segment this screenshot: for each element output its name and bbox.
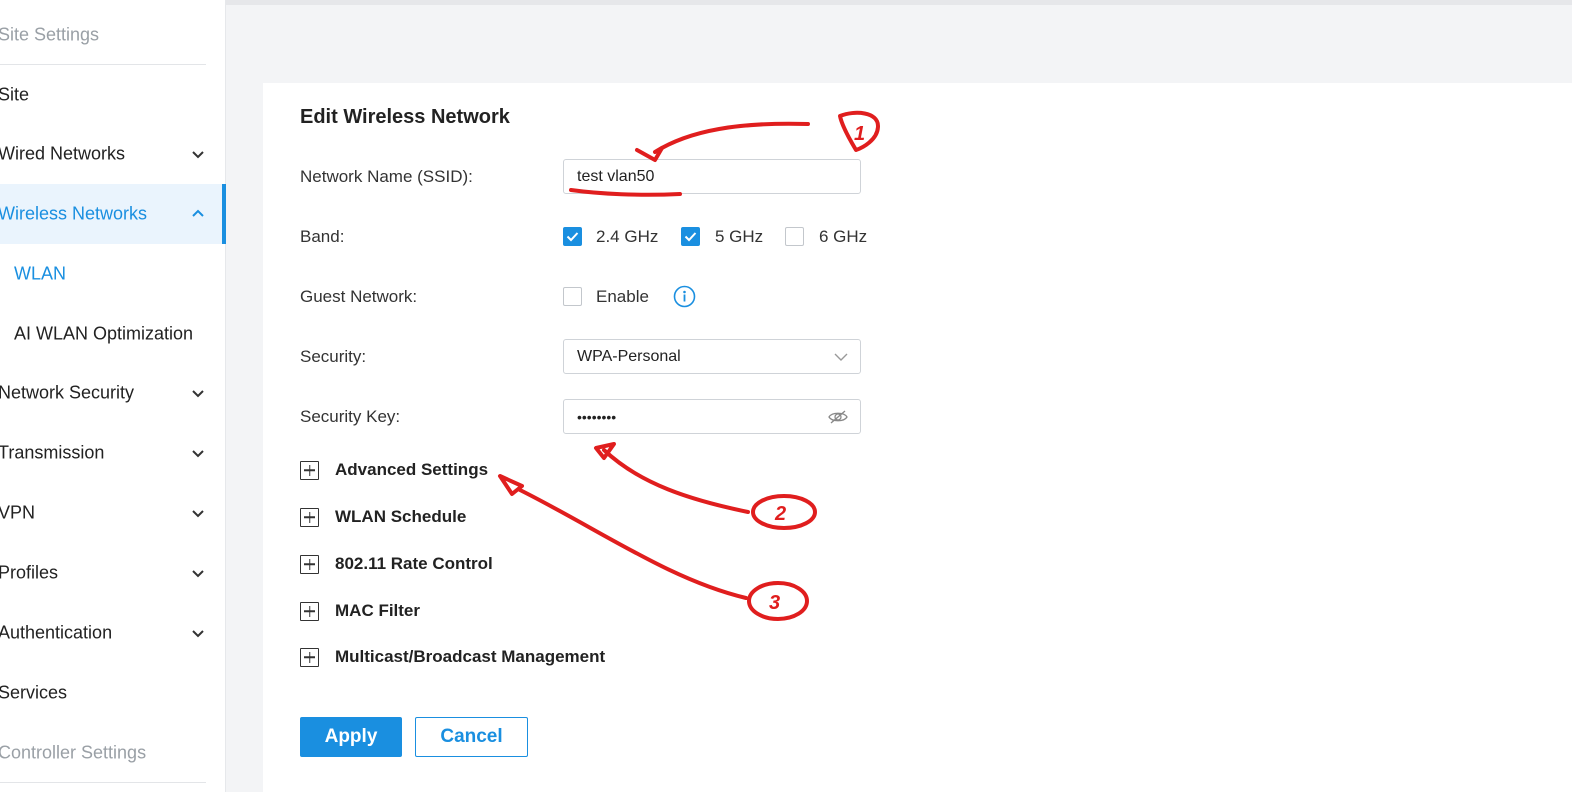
band-2-4ghz-label: 2.4 GHz <box>596 227 659 246</box>
sidebar-item-profiles[interactable]: Profiles <box>0 543 226 603</box>
chevron-down-icon <box>192 570 204 578</box>
check-icon <box>566 232 579 242</box>
chevron-down-icon <box>192 390 204 398</box>
security-select[interactable]: WPA-Personal <box>563 339 861 374</box>
sidebar-section-label: Site Settings <box>0 24 100 45</box>
sidebar-item-label: Site <box>0 84 30 105</box>
edit-panel <box>263 83 1572 792</box>
top-shadow-bar <box>226 0 1572 5</box>
check-icon <box>684 232 697 242</box>
band-6ghz-checkbox[interactable] <box>785 227 804 246</box>
sidebar-item-label: AI WLAN Optimization <box>14 323 194 344</box>
sidebar-item-label: Network Security <box>0 382 135 403</box>
section-advanced-settings[interactable]: Advanced Settings <box>300 459 488 481</box>
expand-plus-icon <box>300 554 319 574</box>
band-2-4ghz-checkbox[interactable] <box>563 227 582 246</box>
section-label: Advanced Settings <box>335 460 489 479</box>
section-label: Multicast/Broadcast Management <box>335 647 606 666</box>
guest-enable-label: Enable <box>596 287 649 306</box>
guest-enable-checkbox[interactable] <box>563 287 582 306</box>
sidebar-item-wireless-networks[interactable]: Wireless Networks <box>0 184 226 244</box>
sidebar-item-network-security[interactable]: Network Security <box>0 363 226 423</box>
sidebar-item-wired-networks[interactable]: Wired Networks <box>0 124 226 184</box>
sidebar-item-ai-wlan-optimization[interactable]: AI WLAN Optimization <box>0 304 226 364</box>
sidebar-item-label: WLAN <box>14 263 67 284</box>
sidebar-item-label: VPN <box>0 502 36 523</box>
chevron-down-icon <box>834 353 848 361</box>
sidebar-item-label: Profiles <box>0 562 59 583</box>
band-6ghz-label: 6 GHz <box>819 227 868 246</box>
expand-plus-icon <box>300 601 319 621</box>
band-label: Band: <box>300 227 345 246</box>
section-mac-filter[interactable]: MAC Filter <box>300 600 420 622</box>
chevron-down-icon <box>192 510 204 518</box>
expand-plus-icon <box>300 507 319 527</box>
sidebar-section-site-settings: Site Settings <box>0 5 226 65</box>
sidebar-section-controller-settings: Controller Settings <box>0 723 226 783</box>
section-label: MAC Filter <box>335 601 420 620</box>
sidebar-item-label: Authentication <box>0 622 113 643</box>
expand-plus-icon <box>300 460 319 480</box>
chevron-down-icon <box>192 151 204 159</box>
security-key-label: Security Key: <box>300 407 401 426</box>
security-key-value: •••••••• <box>577 408 617 425</box>
sidebar-item-authentication[interactable]: Authentication <box>0 603 226 663</box>
page-title: Edit Wireless Network <box>300 106 510 128</box>
section-rate-control[interactable]: 802.11 Rate Control <box>300 553 493 575</box>
sidebar-item-label: Wired Networks <box>0 143 126 164</box>
chevron-down-icon <box>192 630 204 638</box>
band-5ghz-label: 5 GHz <box>715 227 764 246</box>
sidebar-section-label: Controller Settings <box>0 742 147 763</box>
sidebar-item-vpn[interactable]: VPN <box>0 483 226 543</box>
sidebar-item-transmission[interactable]: Transmission <box>0 423 226 483</box>
info-icon[interactable] <box>673 285 696 308</box>
divider <box>0 782 206 783</box>
sidebar-item-label: Wireless Networks <box>0 203 148 224</box>
sidebar-item-label: Transmission <box>0 442 105 463</box>
section-multicast-broadcast[interactable]: Multicast/Broadcast Management <box>300 646 605 668</box>
ssid-input[interactable]: test vlan50 <box>563 159 861 194</box>
eye-slash-icon[interactable] <box>828 409 848 425</box>
expand-plus-icon <box>300 647 319 667</box>
chevron-down-icon <box>192 450 204 458</box>
section-label: 802.11 Rate Control <box>335 554 493 573</box>
sidebar-item-label: Services <box>0 682 68 703</box>
chevron-up-icon <box>192 209 204 217</box>
security-key-input[interactable]: •••••••• <box>563 399 861 434</box>
sidebar-item-site[interactable]: Site <box>0 65 226 125</box>
band-5ghz-checkbox[interactable] <box>681 227 700 246</box>
security-label: Security: <box>300 347 367 366</box>
ssid-label: Network Name (SSID): <box>300 167 473 186</box>
guest-network-label: Guest Network: <box>300 287 418 306</box>
sidebar-item-wlan[interactable]: WLAN <box>0 244 226 304</box>
ssid-value: test vlan50 <box>577 167 655 185</box>
cancel-button[interactable]: Cancel <box>415 717 528 757</box>
security-value: WPA-Personal <box>577 347 681 365</box>
section-label: WLAN Schedule <box>335 507 467 526</box>
apply-button[interactable]: Apply <box>300 717 402 757</box>
sidebar: Site Settings Site Wired Networks Wirele… <box>0 0 226 792</box>
sidebar-item-services[interactable]: Services <box>0 663 226 723</box>
section-wlan-schedule[interactable]: WLAN Schedule <box>300 506 466 528</box>
